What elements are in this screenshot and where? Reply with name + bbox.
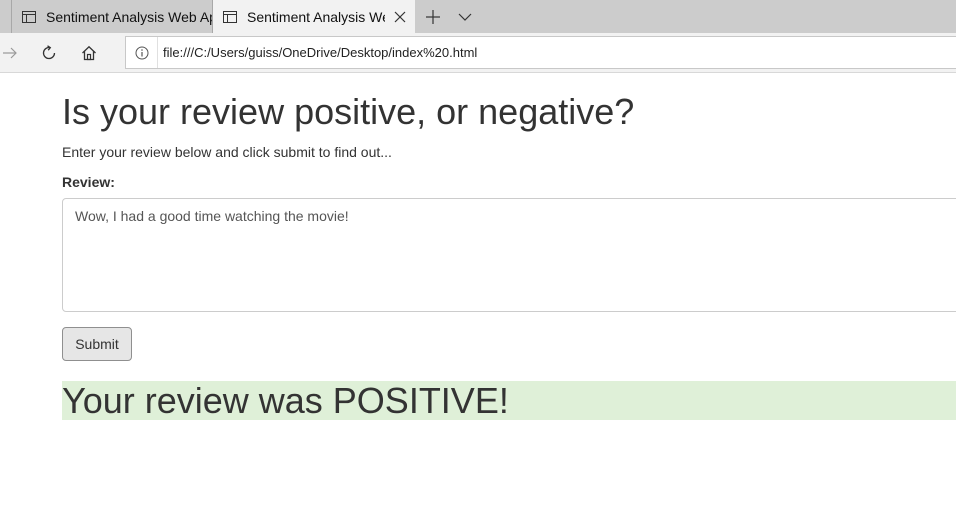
result-message: Your review was POSITIVE! [62,381,956,420]
page-subtitle: Enter your review below and click submit… [62,144,392,160]
tab-partial-hidden[interactable] [0,0,12,33]
plus-icon [426,10,440,24]
tab-list-button[interactable] [452,4,478,30]
new-tab-button[interactable] [420,4,446,30]
tab-strip: Sentiment Analysis Web Ap Sentiment Anal… [0,0,956,34]
review-label: Review: [62,174,115,190]
forward-arrow-icon [3,47,17,59]
tab-title: Sentiment Analysis Web [247,9,385,25]
refresh-icon [42,45,56,60]
home-button[interactable] [73,37,105,69]
submit-button[interactable]: Submit [62,327,132,361]
site-info-button[interactable] [126,37,158,68]
page-title: Is your review positive, or negative? [62,91,635,132]
info-icon [135,46,148,59]
tab-page-icon [22,10,36,23]
navigation-bar: file:///C:/Users/guiss/OneDrive/Desktop/… [0,33,956,73]
close-icon [394,11,406,23]
tab-title: Sentiment Analysis Web Ap [46,8,212,25]
forward-button[interactable] [0,37,26,69]
refresh-button[interactable] [33,37,65,69]
address-bar[interactable]: file:///C:/Users/guiss/OneDrive/Desktop/… [125,36,956,69]
home-icon [82,45,96,61]
tab-page-icon [223,11,237,23]
address-url[interactable]: file:///C:/Users/guiss/OneDrive/Desktop/… [158,45,477,60]
tab-close-button[interactable] [385,1,415,34]
tab-sentiment-analysis-1[interactable]: Sentiment Analysis Web Ap [12,0,213,33]
chevron-down-icon [458,13,472,21]
review-input[interactable]: Wow, I had a good time watching the movi… [62,198,956,312]
tab-sentiment-analysis-2-active[interactable]: Sentiment Analysis Web [213,0,415,34]
